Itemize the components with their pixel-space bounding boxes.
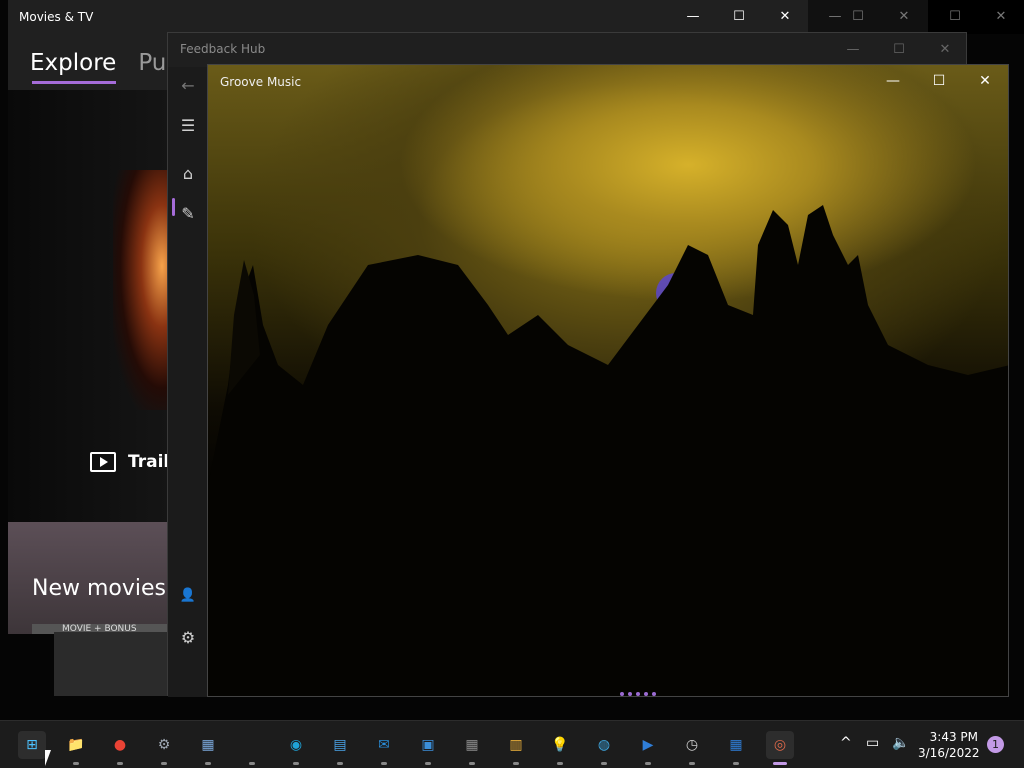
notepad-running-indicator [337,762,343,765]
calendar-running-indicator [733,762,739,765]
blank-app-running-indicator [249,762,255,765]
photos-icon[interactable]: ▣ [414,731,442,759]
date: 3/16/2022 [918,746,980,760]
calculator-running-indicator [469,762,475,765]
close-button[interactable]: ✕ [762,0,808,32]
photos-running-indicator [425,762,431,765]
settings-icon[interactable]: ⚙ [150,731,178,759]
bg2-close-button[interactable]: ✕ [978,0,1024,32]
desktop: — ☐ ✕ ☐ ✕ Movies & TV — ☐ ✕ Explore Purc… [0,0,1024,768]
back-arrow-icon[interactable]: ← [176,73,200,97]
groove-music-window: Groove Music — ☐ ✕ [207,64,1009,697]
tips-running-indicator [557,762,563,765]
loading-indicator [620,692,656,696]
home-icon[interactable]: ⌂ [176,161,200,185]
edge-icon[interactable]: ◉ [282,731,310,759]
close-button[interactable]: ✕ [922,33,968,65]
groove-running-indicator [773,762,787,765]
movies-tv-running-indicator [645,762,651,765]
trailer-button[interactable]: Trail [90,452,169,472]
hamburger-menu-icon[interactable]: ☰ [176,113,200,137]
feedback-icon[interactable]: ✎ [176,201,200,225]
movies-tv-icon[interactable]: ▶ [634,731,662,759]
file-explorer-icon[interactable]: 📁 [62,731,90,759]
nav-pane: ← ☰ ⌂ ✎ 👤 ⚙ [168,67,208,697]
store-running-indicator [513,762,519,765]
minimize-button[interactable]: — [830,33,876,65]
maximize-button[interactable]: ☐ [876,33,922,65]
tab-explore[interactable]: Explore [30,50,117,84]
close-button[interactable]: ✕ [962,65,1008,97]
maximize-button[interactable]: ☐ [916,65,962,97]
maps-running-indicator [601,762,607,765]
maximize-button[interactable]: ☐ [716,0,762,32]
clock[interactable]: 3:43 PM 3/16/2022 [918,729,980,761]
edge-running-indicator [293,762,299,765]
settings-icon[interactable]: ⚙ [176,625,200,649]
trailer-label: Trail [128,452,170,472]
concert-crowd-image [208,205,1008,696]
notepad-icon[interactable]: ▤ [326,731,354,759]
bg2-restore-button[interactable]: ☐ [932,0,978,32]
clock-running-indicator [689,762,695,765]
selection-indicator [172,198,175,216]
window-title: Movies & TV [19,10,94,24]
clock-icon[interactable]: ◷ [678,731,706,759]
mail-icon[interactable]: ✉ [370,731,398,759]
calendar-icon[interactable]: ▦ [722,731,750,759]
taskbar: ^ ▭ 🔈 3:43 PM 3/16/2022 ⊞ 📁 ● ⚙ ▦ ◉ ▤ ✉ ▣ ▦ ▥ 💡 ◍ ▶ ◷ ▦… [0,720,1024,768]
section-title: New movies [32,576,166,601]
bg-maximize-button[interactable]: ☐ [835,0,881,32]
maps-icon[interactable]: ◍ [590,731,618,759]
tips-icon[interactable]: 💡 [546,731,574,759]
minimize-button[interactable]: — [870,65,916,97]
show-hidden-icons-chevron-icon[interactable]: ^ [840,735,852,751]
start-icon[interactable]: ⊞ [18,731,46,759]
store-icon[interactable]: ▥ [502,731,530,759]
photos-viewer-running-indicator [205,762,211,765]
photos-viewer-icon[interactable]: ▦ [194,731,222,759]
blank-app-icon[interactable] [238,731,266,759]
tab-bar: Explore Purc [30,50,188,84]
window-title: Groove Music [220,75,302,89]
bg-close-button[interactable]: ✕ [881,0,927,32]
minimize-button[interactable]: — [670,0,716,32]
window-title: Feedback Hub [180,42,266,56]
groove-icon[interactable]: ◎ [766,731,794,759]
settings-running-indicator [161,762,167,765]
mail-running-indicator [381,762,387,765]
chrome-icon[interactable]: ● [106,731,134,759]
volume-icon[interactable]: 🔈 [892,735,909,751]
notification-badge[interactable]: 1 [987,736,1004,753]
calculator-icon[interactable]: ▦ [458,731,486,759]
mouse-cursor-icon [45,750,51,766]
add-account-icon[interactable]: 👤 [176,583,200,607]
chrome-running-indicator [117,762,123,765]
file-explorer-running-indicator [73,762,79,765]
time: 3:43 PM [929,730,978,744]
network-icon[interactable]: ▭ [866,735,879,751]
trailer-icon [90,452,116,472]
